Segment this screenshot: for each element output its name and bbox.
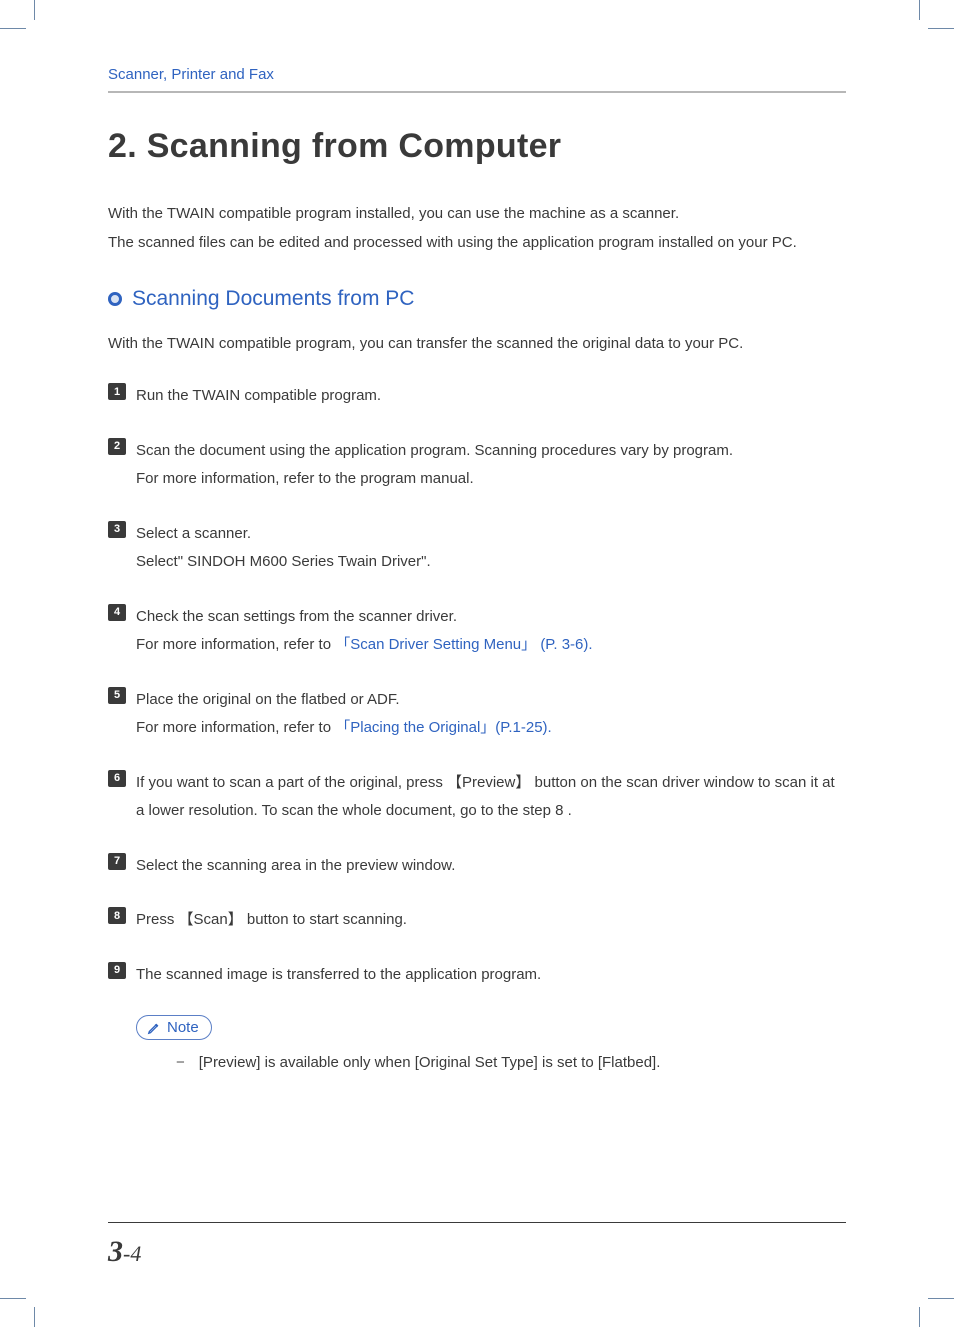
- step-body: Select a scanner. Select" SINDOH M600 Se…: [136, 520, 431, 577]
- step-body: Select the scanning area in the preview …: [136, 852, 455, 881]
- step-text: Check the scan settings from the scanner…: [136, 603, 593, 632]
- step-text: Run the TWAIN compatible program.: [136, 382, 381, 411]
- step-body: Scan the document using the application …: [136, 437, 733, 494]
- section-heading: Scanning Documents from PC: [108, 287, 846, 311]
- step-text: Place the original on the flatbed or ADF…: [136, 686, 552, 715]
- step-text-row: For more information, refer to 「Placing …: [136, 714, 552, 743]
- page-footer: 3-4: [108, 1222, 846, 1269]
- step-item: 6 If you want to scan a part of the orig…: [108, 769, 846, 826]
- step-text: The scanned image is transferred to the …: [136, 961, 541, 990]
- step-text: Scan the document using the application …: [136, 437, 733, 466]
- step-item: 9 The scanned image is transferred to th…: [108, 961, 846, 990]
- step-text: Select" SINDOH M600 Series Twain Driver"…: [136, 548, 431, 577]
- header-category: Scanner, Printer and Fax: [108, 66, 846, 83]
- step-item: 8 Press 【Scan】 button to start scanning.: [108, 906, 846, 935]
- note-text: [Preview] is available only when [Origin…: [199, 1054, 661, 1071]
- bullet-circle-icon: [108, 292, 122, 306]
- step-number-badge: 5: [108, 687, 126, 704]
- note-label: Note: [167, 1019, 199, 1036]
- step-text-row: For more information, refer to 「Scan Dri…: [136, 631, 593, 660]
- step-item: 7 Select the scanning area in the previe…: [108, 852, 846, 881]
- section-title: Scanning Documents from PC: [132, 287, 414, 311]
- note-block: Note − [Preview] is available only when …: [136, 1015, 846, 1071]
- step-item: 3 Select a scanner. Select" SINDOH M600 …: [108, 520, 846, 577]
- step-text: Press 【Scan】 button to start scanning.: [136, 906, 407, 935]
- crop-mark: [919, 1307, 920, 1327]
- step-item: 2 Scan the document using the applicatio…: [108, 437, 846, 494]
- crop-mark: [34, 0, 35, 20]
- step-body: Place the original on the flatbed or ADF…: [136, 686, 552, 743]
- cross-reference-link[interactable]: 「Placing the Original」(P.1-25).: [335, 719, 552, 736]
- step-body: Run the TWAIN compatible program.: [136, 382, 381, 411]
- crop-mark: [34, 1307, 35, 1327]
- crop-mark: [0, 28, 26, 29]
- step-item: 5 Place the original on the flatbed or A…: [108, 686, 846, 743]
- step-text: For more information, refer to the progr…: [136, 465, 733, 494]
- step-item: 4 Check the scan settings from the scann…: [108, 603, 846, 660]
- step-number-badge: 8: [108, 907, 126, 924]
- intro-block: With the TWAIN compatible program instal…: [108, 200, 846, 257]
- step-text: If you want to scan a part of the origin…: [136, 769, 846, 826]
- page-sub: 4: [130, 1241, 141, 1266]
- step-text: Select a scanner.: [136, 520, 431, 549]
- step-item: 1 Run the TWAIN compatible program.: [108, 382, 846, 411]
- step-number-badge: 1: [108, 383, 126, 400]
- step-number-badge: 3: [108, 521, 126, 538]
- page-title: 2. Scanning from Computer: [108, 127, 846, 166]
- step-number-badge: 9: [108, 962, 126, 979]
- step-number-badge: 7: [108, 853, 126, 870]
- header-rule: [108, 91, 846, 93]
- step-body: Check the scan settings from the scanner…: [136, 603, 593, 660]
- note-item: − [Preview] is available only when [Orig…: [176, 1054, 846, 1071]
- step-body: The scanned image is transferred to the …: [136, 961, 541, 990]
- pencil-icon: [147, 1021, 161, 1035]
- step-number-badge: 2: [108, 438, 126, 455]
- intro-line: The scanned files can be edited and proc…: [108, 234, 797, 251]
- note-badge: Note: [136, 1015, 212, 1040]
- crop-mark: [928, 1298, 954, 1299]
- note-dash: −: [176, 1054, 185, 1071]
- cross-reference-link[interactable]: 「Scan Driver Setting Menu」 (P. 3-6).: [335, 636, 592, 653]
- step-body: If you want to scan a part of the origin…: [136, 769, 846, 826]
- step-text: Select the scanning area in the preview …: [136, 852, 455, 881]
- step-text: For more information, refer to: [136, 636, 335, 653]
- page-number: 3-4: [108, 1235, 846, 1269]
- crop-mark: [928, 28, 954, 29]
- crop-mark: [0, 1298, 26, 1299]
- document-page: Scanner, Printer and Fax 2. Scanning fro…: [0, 0, 954, 1327]
- step-number-badge: 4: [108, 604, 126, 621]
- chapter-number: 3: [108, 1235, 123, 1268]
- intro-line: With the TWAIN compatible program instal…: [108, 205, 679, 222]
- step-text: For more information, refer to: [136, 719, 335, 736]
- step-number-badge: 6: [108, 770, 126, 787]
- section-description: With the TWAIN compatible program, you c…: [108, 335, 846, 352]
- step-body: Press 【Scan】 button to start scanning.: [136, 906, 407, 935]
- footer-rule: [108, 1222, 846, 1223]
- crop-mark: [919, 0, 920, 20]
